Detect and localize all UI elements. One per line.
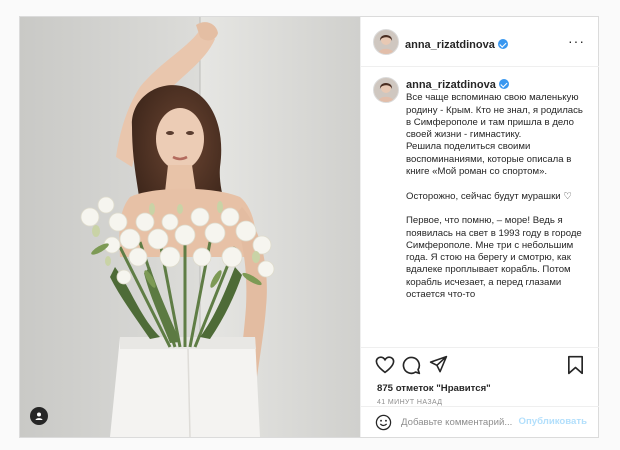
bookmark-icon[interactable] (567, 355, 584, 375)
share-icon[interactable] (429, 355, 448, 374)
caption-avatar[interactable] (373, 77, 399, 103)
instagram-post: anna_rizatdinova ··· anna_rizatdinova Вс… (19, 16, 599, 438)
caption-paragraph-3: Первое, что помню, – море! Ведь я появил… (406, 215, 582, 301)
post-time[interactable]: 41 минут назад (377, 399, 442, 406)
post-photo[interactable] (20, 17, 360, 437)
comment-input[interactable] (401, 415, 531, 429)
likes-count[interactable]: 875 отметок "Нравится" (377, 383, 491, 394)
caption-username[interactable]: anna_rizatdinova (406, 79, 496, 91)
likes-text: отметок "Нравится" (395, 383, 491, 394)
user-tag-icon[interactable] (30, 407, 48, 425)
publish-button[interactable]: Опубликовать (518, 416, 587, 427)
post-sidebar: anna_rizatdinova ··· anna_rizatdinova Вс… (360, 17, 599, 437)
caption-paragraph-2: Осторожно, сейчас будут мурашки ♡ (406, 190, 572, 202)
heart-icon[interactable] (375, 356, 395, 374)
username[interactable]: anna_rizatdinova (405, 39, 495, 51)
comment-bar: Опубликовать (361, 406, 599, 437)
emoji-icon[interactable] (375, 414, 392, 431)
avatar[interactable] (373, 29, 399, 55)
caption-verified-badge-icon (498, 79, 509, 89)
comment-icon[interactable] (401, 355, 421, 375)
action-bar (361, 347, 599, 381)
caption: anna_rizatdinova Все чаще вспоминаю свою… (361, 67, 599, 347)
likes-number: 875 (377, 383, 394, 394)
caption-text: anna_rizatdinova Все чаще вспоминаю свою… (406, 79, 586, 314)
verified-badge-icon (497, 39, 508, 49)
post-header: anna_rizatdinova ··· (361, 17, 599, 67)
post-image (20, 17, 360, 437)
caption-paragraph-1: Все чаще вспоминаю свою маленькую родину… (406, 92, 583, 178)
more-icon[interactable]: ··· (568, 34, 585, 48)
